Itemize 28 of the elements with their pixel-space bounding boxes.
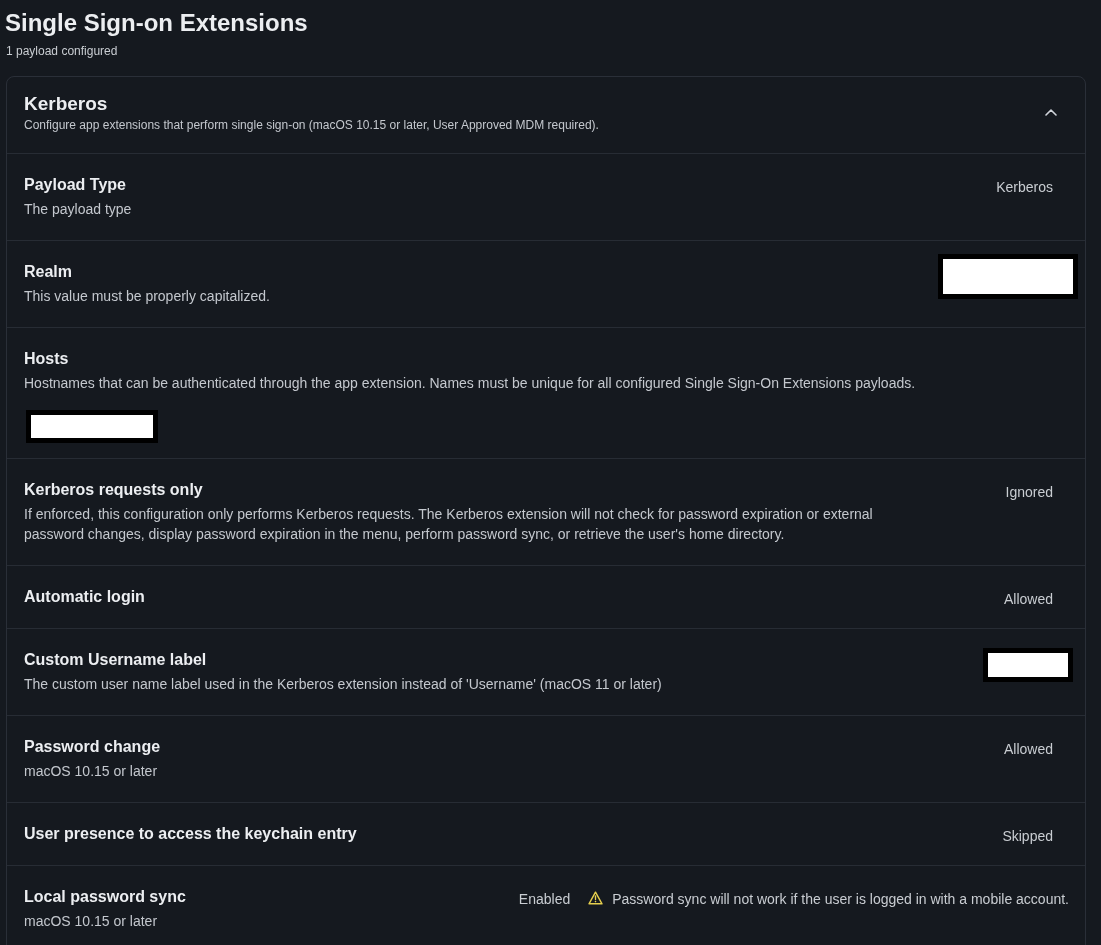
setting-label: Hosts: [24, 349, 69, 369]
setting-description: macOS 10.15 or later: [24, 912, 159, 931]
setting-description: The payload type: [24, 200, 133, 219]
payload-title: Kerberos: [24, 92, 108, 116]
setting-label: Local password sync: [24, 887, 186, 907]
setting-description: The custom user name label used in the Kerberos extension instead of 'Username' (macOS 11 or later): [24, 675, 663, 694]
setting-label: Realm: [24, 262, 73, 282]
setting-value: Allowed: [1003, 740, 1053, 759]
setting-value: Kerberos: [996, 178, 1053, 197]
setting-label: Kerberos requests only: [24, 480, 203, 500]
setting-value: Allowed: [1003, 590, 1053, 609]
setting-label: User presence to access the keychain entry: [24, 824, 357, 844]
setting-description: If enforced, this configuration only performs Kerberos requests. The Kerberos extension will not check for password expiration or external password changes, display password expiration in the menu, perform password sync, or retrieve the user's home directory.: [24, 505, 874, 544]
setting-description: This value must be properly capitalized.: [24, 287, 271, 306]
setting-value: Ignored: [1005, 483, 1053, 502]
payload-description: Configure app extensions that perform single sign-on (macOS 10.15 or later, User Approved MDM required).: [24, 117, 599, 133]
setting-value: Skipped: [1002, 827, 1053, 846]
setting-label: Payload Type: [24, 175, 126, 195]
setting-description: Hostnames that can be authenticated through the app extension. Names must be unique for all configured Single Sign-On Extensions payloads.: [24, 374, 917, 393]
warning-message: Password sync will not work if the user is logged in with a mobile account.: [612, 890, 1069, 909]
page-title: Single Sign-on Extensions: [5, 8, 308, 38]
setting-label: Custom Username label: [24, 650, 207, 670]
setting-label: Automatic login: [24, 587, 145, 607]
page-subtitle: 1 payload configured: [6, 43, 118, 59]
setting-label: Password change: [24, 737, 161, 757]
setting-value: Enabled: [518, 890, 571, 909]
setting-description: macOS 10.15 or later: [24, 762, 159, 781]
warning-icon: [588, 890, 604, 905]
